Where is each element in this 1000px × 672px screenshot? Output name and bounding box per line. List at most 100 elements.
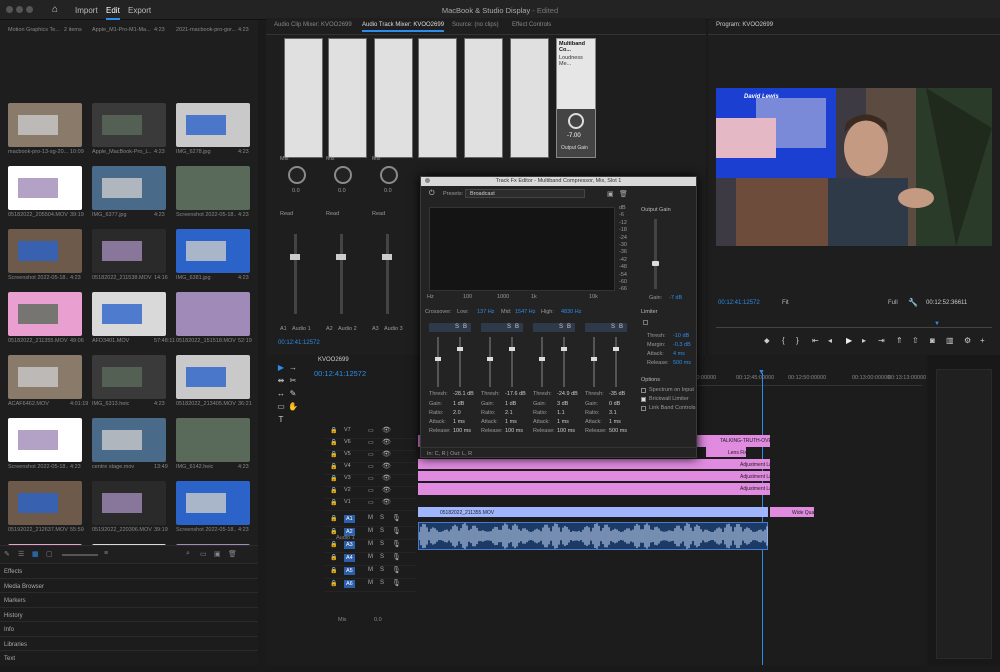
automation-mode[interactable]: Read: [280, 211, 293, 217]
mid-value[interactable]: 1547 Hz: [515, 309, 536, 315]
band-gain-value[interactable]: 1 dB: [505, 401, 516, 407]
sync-lock-icon[interactable]: ▭: [368, 499, 374, 506]
voice-record-icon[interactable]: 🎙: [392, 527, 401, 535]
delete-preset-icon[interactable]: 🗑: [619, 190, 628, 198]
band-ratio-value[interactable]: 1.1: [557, 410, 565, 416]
band-attack-value[interactable]: 1 ms: [453, 419, 465, 425]
pan-value[interactable]: 0.0: [384, 188, 392, 194]
video-clip[interactable]: TALKING-TRUTH-OVERHEAD.mp4: [698, 435, 770, 447]
pan-value[interactable]: 0.0: [292, 188, 300, 194]
trash-icon[interactable]: 🗑: [228, 550, 237, 558]
option-checkbox[interactable]: [641, 397, 646, 402]
sort-icon[interactable]: ≡: [104, 550, 108, 557]
automation-mode[interactable]: Read: [372, 211, 385, 217]
settings-icon[interactable]: ⚙: [964, 336, 971, 345]
project-thumbnail[interactable]: [92, 166, 166, 210]
lock-icon[interactable]: 🔒: [330, 427, 337, 434]
eye-icon[interactable]: 👁: [382, 474, 391, 482]
low-value[interactable]: 137 Hz: [477, 309, 494, 315]
save-preset-icon[interactable]: ▣: [607, 190, 614, 198]
volume-fader-handle[interactable]: [336, 254, 346, 260]
rectangle-tool-icon[interactable]: ▭: [276, 402, 286, 412]
eye-icon[interactable]: 👁: [382, 486, 391, 494]
project-thumbnail[interactable]: [176, 418, 250, 462]
lock-icon[interactable]: 🔒: [330, 475, 337, 482]
tab-audio-track-mixer[interactable]: Audio Track Mixer: KVOO2699: [362, 22, 445, 32]
project-thumbnail[interactable]: [176, 355, 250, 399]
project-thumbnail[interactable]: [176, 166, 250, 210]
slip-tool-icon[interactable]: ↔: [276, 389, 286, 399]
eye-icon[interactable]: 👁: [382, 438, 391, 446]
limiter-param-value[interactable]: -10 dB: [673, 333, 689, 339]
mix-track-value[interactable]: 0.0: [374, 617, 382, 623]
lock-icon[interactable]: 🔒: [330, 541, 337, 548]
fx-send-slot-4[interactable]: [418, 38, 457, 158]
timeline-playhead-icon[interactable]: ▼: [758, 369, 765, 376]
sync-lock-icon[interactable]: ▭: [368, 427, 374, 434]
lock-icon[interactable]: 🔒: [330, 515, 337, 522]
band-ratio-value[interactable]: 2.1: [505, 410, 513, 416]
adjustment-layer-clip[interactable]: Adjustment Layer: [718, 471, 770, 481]
track-id[interactable]: A6: [344, 580, 355, 588]
sync-lock-icon[interactable]: ▭: [368, 451, 374, 458]
eye-icon[interactable]: 👁: [382, 426, 391, 434]
mute-button[interactable]: M: [368, 567, 373, 573]
playhead-bar[interactable]: [716, 327, 992, 328]
output-gain-handle[interactable]: [652, 261, 659, 266]
add-button-icon[interactable]: +: [980, 336, 985, 345]
band-gain-handle[interactable]: [457, 347, 463, 351]
tab-audio-clip-mixer[interactable]: Audio Clip Mixer: KVOO2699: [274, 22, 352, 28]
go-to-out-icon[interactable]: ⇥: [878, 336, 885, 345]
lock-icon[interactable]: 🔒: [330, 554, 337, 561]
project-thumbnail[interactable]: [176, 229, 250, 273]
band-gain-value[interactable]: 3 dB: [557, 401, 568, 407]
master-fx-slot[interactable]: Multiband Co... Loudness Me... -7.00 Out…: [556, 38, 596, 158]
panel-text[interactable]: Text: [0, 650, 258, 665]
band-thresh-value[interactable]: -17.6 dB: [505, 391, 526, 397]
fit-dropdown[interactable]: Fit: [782, 300, 789, 306]
search-icon[interactable]: ⌕: [186, 550, 190, 558]
mute-button[interactable]: M: [368, 515, 373, 521]
comparison-view-icon[interactable]: ▥: [946, 336, 954, 345]
pan-value[interactable]: 0.0: [338, 188, 346, 194]
fx-send-slot-2[interactable]: [328, 38, 367, 158]
eye-icon[interactable]: 👁: [382, 498, 391, 506]
limiter-param-value[interactable]: 500 ms: [673, 360, 691, 366]
panel-history[interactable]: History: [0, 606, 258, 622]
pan-knob[interactable]: [380, 166, 398, 184]
program-video-frame[interactable]: David Lewis: [716, 88, 992, 246]
hand-tool-icon[interactable]: ✋: [288, 402, 298, 412]
track-select-icon[interactable]: →: [288, 363, 298, 373]
project-thumbnail[interactable]: [8, 418, 82, 462]
band-ratio-value[interactable]: 3.1: [609, 410, 617, 416]
fx-send-slot-5[interactable]: [464, 38, 503, 158]
solo-button[interactable]: S: [380, 515, 384, 521]
mix-dropdown[interactable]: Mix: [280, 156, 289, 162]
band-threshold-slider[interactable]: [593, 337, 595, 387]
video-clip[interactable]: 05182022_211355.MOV: [418, 507, 768, 517]
band-threshold-slider[interactable]: [541, 337, 543, 387]
band-gain-slider[interactable]: [459, 337, 461, 387]
program-timecode[interactable]: 00:12:41:12572: [718, 300, 760, 306]
timeline-timecode[interactable]: 00:12:41:12572: [314, 369, 366, 378]
eye-icon[interactable]: 👁: [382, 450, 391, 458]
close-dialog-button[interactable]: [425, 178, 430, 183]
band-attack-value[interactable]: 1 ms: [505, 419, 517, 425]
project-thumbnail[interactable]: [8, 355, 82, 399]
voice-record-icon[interactable]: 🎙: [392, 514, 401, 522]
icon-view-icon[interactable]: ▦: [32, 550, 39, 558]
panel-info[interactable]: Info: [0, 621, 258, 636]
track-id[interactable]: A4: [344, 554, 355, 562]
band-gain-slider[interactable]: [511, 337, 513, 387]
high-value[interactable]: 4830 Hz: [561, 309, 582, 315]
band-release-value[interactable]: 500 ms: [609, 428, 627, 434]
lock-icon[interactable]: 🔒: [330, 528, 337, 535]
band-threshold-handle[interactable]: [539, 357, 545, 361]
wrench-icon[interactable]: 🔧: [908, 298, 918, 307]
band-solo-button[interactable]: S: [507, 324, 511, 330]
band-bypass-button[interactable]: B: [515, 324, 519, 330]
band-threshold-slider[interactable]: [437, 337, 439, 387]
band-gain-slider[interactable]: [615, 337, 617, 387]
band-threshold-slider[interactable]: [489, 337, 491, 387]
playhead-line[interactable]: [762, 373, 763, 665]
